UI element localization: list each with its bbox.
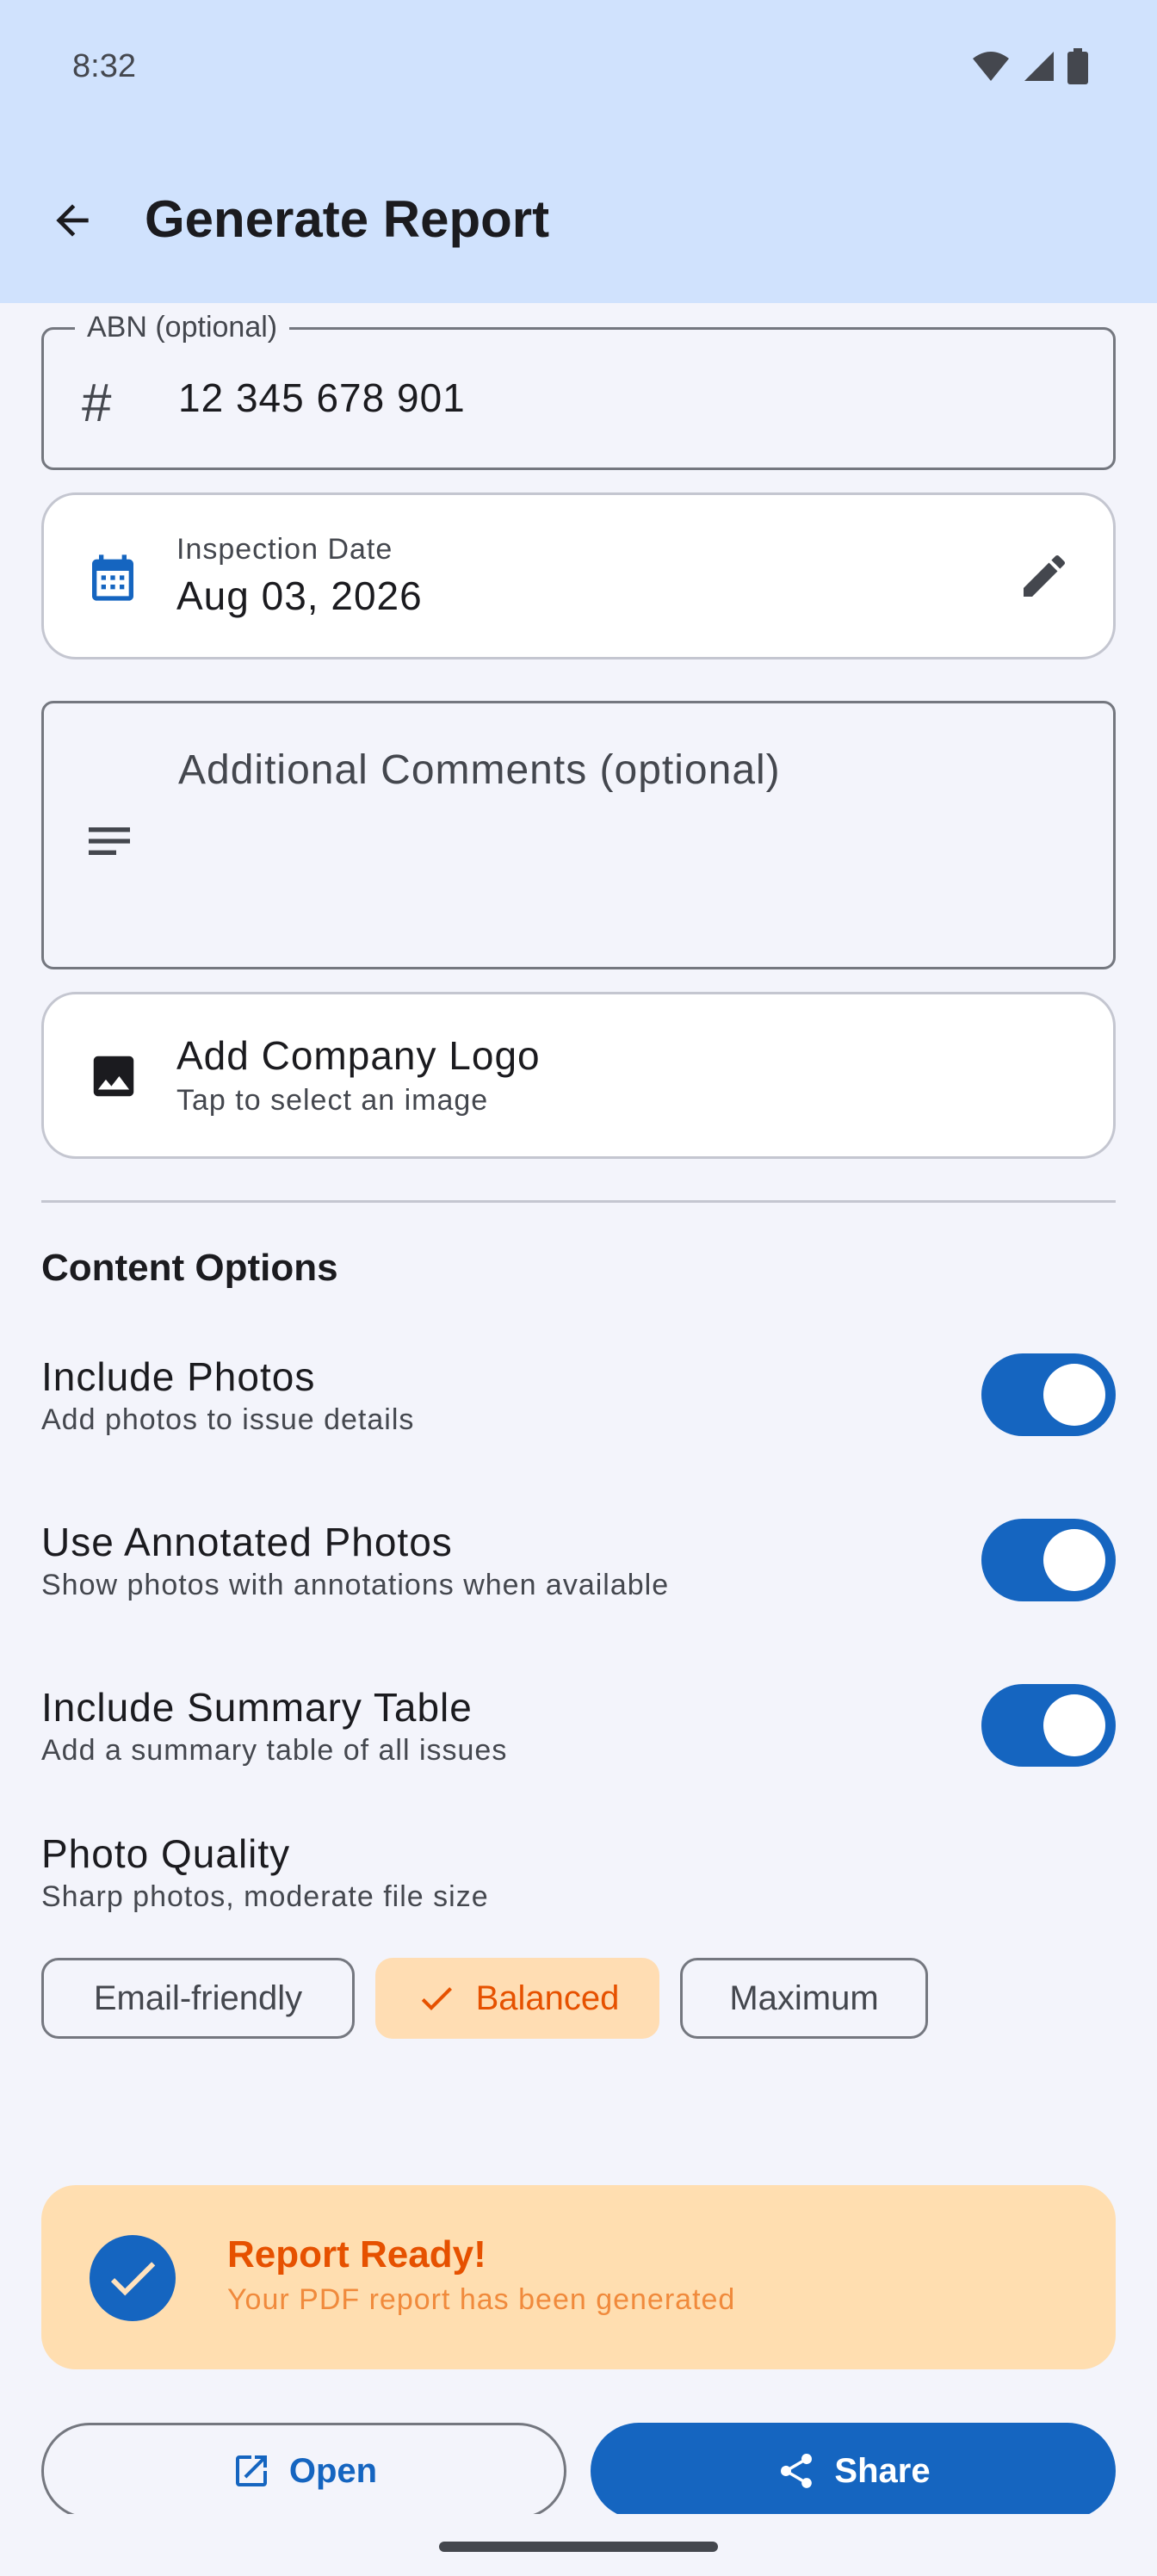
comments-placeholder: Additional Comments (optional) bbox=[178, 747, 781, 793]
include-summary-table-switch[interactable] bbox=[981, 1684, 1116, 1767]
use-annotated-photos-subtitle: Show photos with annotations when availa… bbox=[41, 1569, 670, 1601]
report-ready-title: Report Ready! bbox=[227, 2233, 486, 2276]
chip-label: Maximum bbox=[729, 1978, 879, 2017]
edit-icon[interactable] bbox=[1017, 548, 1072, 608]
cellular-signal-icon bbox=[1024, 52, 1054, 81]
inspection-date-label: Inspection Date bbox=[176, 533, 393, 566]
share-button-label: Share bbox=[834, 2451, 931, 2490]
open-in-new-icon bbox=[231, 2450, 272, 2492]
abn-input-value[interactable]: 12 345 678 901 bbox=[178, 375, 466, 421]
wifi-icon bbox=[973, 52, 1009, 81]
photo-quality-title: Photo Quality bbox=[41, 1831, 291, 1876]
switch-knob bbox=[1043, 1364, 1105, 1426]
include-photos-title: Include Photos bbox=[41, 1354, 316, 1399]
section-divider bbox=[41, 1200, 1116, 1203]
open-button-label: Open bbox=[288, 2451, 378, 2490]
chip-balanced[interactable]: Balanced bbox=[375, 1958, 659, 2039]
photo-quality-subtitle: Sharp photos, moderate file size bbox=[41, 1880, 489, 1913]
status-icons bbox=[971, 48, 1088, 84]
arrow-back-icon bbox=[56, 204, 89, 237]
hash-icon: # bbox=[82, 374, 112, 433]
report-ready-banner: Report Ready! Your PDF report has been g… bbox=[41, 2185, 1116, 2369]
inspection-date-value: Aug 03, 2026 bbox=[176, 573, 423, 618]
open-button[interactable]: Open bbox=[41, 2423, 566, 2519]
chip-label: Balanced bbox=[475, 1978, 620, 2017]
battery-icon bbox=[1067, 48, 1088, 84]
switch-knob bbox=[1043, 1694, 1105, 1756]
chip-maximum[interactable]: Maximum bbox=[680, 1958, 928, 2039]
comments-field[interactable]: Additional Comments (optional) bbox=[41, 701, 1116, 969]
content-options-title: Content Options bbox=[41, 1247, 338, 1289]
inspection-date-card[interactable]: Inspection Date Aug 03, 2026 bbox=[41, 492, 1116, 659]
add-company-logo-card[interactable]: Add Company Logo Tap to select an image bbox=[41, 992, 1116, 1159]
page-title: Generate Report bbox=[145, 190, 550, 248]
chip-email-friendly[interactable]: Email-friendly bbox=[41, 1958, 355, 2039]
abn-field-label: ABN (optional) bbox=[75, 311, 290, 344]
status-bar: 8:32 bbox=[0, 0, 1157, 138]
share-button[interactable]: Share bbox=[591, 2423, 1116, 2519]
status-time: 8:32 bbox=[72, 48, 136, 84]
calendar-icon bbox=[85, 550, 140, 610]
include-photos-switch[interactable] bbox=[981, 1353, 1116, 1436]
check-icon bbox=[416, 1978, 457, 2019]
add-company-logo-subtitle: Tap to select an image bbox=[176, 1084, 489, 1117]
share-icon bbox=[776, 2450, 817, 2492]
use-annotated-photos-switch[interactable] bbox=[981, 1519, 1116, 1601]
include-summary-table-subtitle: Add a summary table of all issues bbox=[41, 1734, 508, 1767]
app-bar: Generate Report bbox=[0, 138, 1157, 303]
use-annotated-photos-title: Use Annotated Photos bbox=[41, 1520, 453, 1564]
check-circle-icon bbox=[90, 2235, 176, 2321]
add-company-logo-title: Add Company Logo bbox=[176, 1033, 541, 1078]
include-photos-subtitle: Add photos to issue details bbox=[41, 1403, 415, 1436]
switch-knob bbox=[1043, 1529, 1105, 1591]
notes-icon bbox=[82, 814, 137, 873]
report-ready-subtitle: Your PDF report has been generated bbox=[227, 2283, 736, 2316]
include-summary-table-title: Include Summary Table bbox=[41, 1685, 473, 1730]
chip-label: Email-friendly bbox=[93, 1978, 303, 2017]
back-button[interactable] bbox=[38, 186, 107, 255]
home-indicator[interactable] bbox=[439, 2542, 718, 2552]
abn-field[interactable]: ABN (optional) # 12 345 678 901 bbox=[41, 311, 1116, 470]
image-icon bbox=[87, 1050, 140, 1107]
